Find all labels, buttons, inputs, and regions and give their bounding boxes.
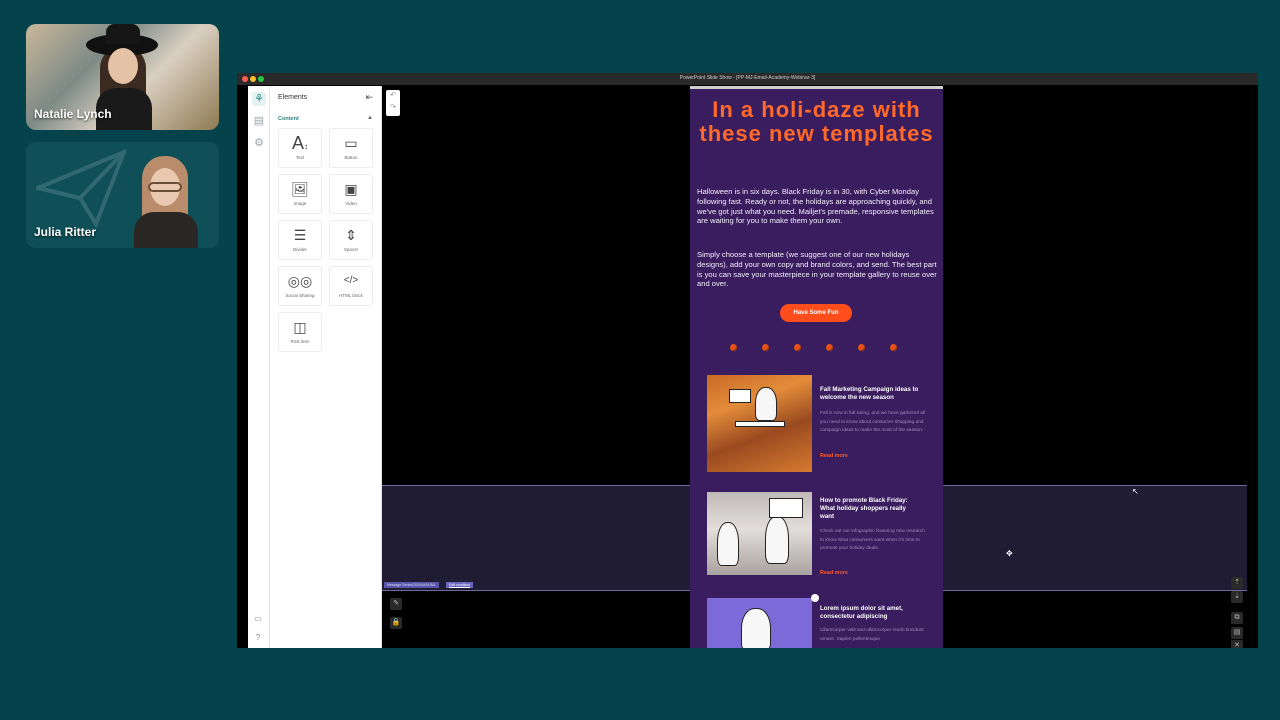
- collapse-panel-icon[interactable]: ⇤: [365, 92, 373, 103]
- resize-handle[interactable]: [811, 594, 819, 602]
- mouse-cursor-icon: ↖: [1132, 487, 1139, 496]
- email-top-border: [690, 86, 943, 89]
- email-preview[interactable]: In a holi-daze with these new templates …: [690, 86, 943, 648]
- element-video[interactable]: ▣ Video: [329, 174, 373, 214]
- cta-button[interactable]: Have Some Fun: [780, 304, 852, 322]
- element-label: Button: [344, 155, 358, 160]
- divider-icon: ☰: [293, 227, 307, 243]
- email-paragraph[interactable]: Halloween is in six days. Black Friday i…: [697, 187, 937, 226]
- element-divider[interactable]: ☰ Divider: [278, 220, 322, 260]
- participant-name: Julia Ritter: [34, 225, 97, 239]
- gear-icon[interactable]: ⚙: [252, 136, 266, 150]
- article-body[interactable]: Check out our infographic featuring new …: [820, 528, 926, 554]
- participant-hat-crown: [106, 24, 140, 44]
- article-body[interactable]: Ullamcorper velit sed ullamcorper morbi …: [820, 627, 926, 644]
- pumpkin-icon: [858, 344, 865, 351]
- social-icon: ◎◎: [287, 273, 313, 289]
- move-up-icon[interactable]: ⇡: [1231, 577, 1243, 589]
- element-html-block[interactable]: </> HTML block: [329, 266, 373, 306]
- undo-icon[interactable]: ↶ ↷: [386, 90, 400, 116]
- article-image-holiday[interactable]: [707, 598, 812, 648]
- article-title[interactable]: How to promote Black Friday: What holida…: [820, 497, 920, 520]
- person-illustration: [765, 516, 789, 564]
- pumpkin-icon: [794, 344, 801, 351]
- save-block-icon[interactable]: ▤: [1231, 627, 1243, 639]
- participant-glasses: [148, 182, 182, 192]
- edit-condition-link[interactable]: Edit condition: [446, 582, 474, 588]
- shared-screen: PowerPoint Slide Show - [PP-MJ-Email-Aca…: [237, 73, 1258, 648]
- pumpkin-icon: [730, 344, 737, 351]
- participant-face: [108, 48, 138, 84]
- article-image-autumn[interactable]: [707, 375, 812, 472]
- participant-tile-natalie[interactable]: Natalie Lynch: [26, 24, 219, 130]
- section-content-header[interactable]: Content: [278, 116, 299, 122]
- participant-tile-julia[interactable]: Julia Ritter: [26, 142, 219, 248]
- spacer-icon: ⇕: [345, 227, 357, 243]
- desk-illustration: [735, 421, 785, 427]
- element-label: Social Sharing: [285, 293, 315, 298]
- element-social-sharing[interactable]: ◎◎ Social Sharing: [278, 266, 322, 306]
- pumpkin-icon: [890, 344, 897, 351]
- window-titlebar: PowerPoint Slide Show - [PP-MJ-Email-Aca…: [237, 73, 1258, 85]
- element-label: RSS item: [290, 339, 310, 344]
- move-down-icon[interactable]: ⇣: [1231, 591, 1243, 603]
- text-icon: A↕: [291, 133, 308, 153]
- pumpkin-divider: [730, 344, 900, 352]
- image-icon: 🖼: [291, 181, 309, 197]
- builder-left-rail: ⚘ ▤ ⚙ ▭ ?: [248, 86, 270, 648]
- participant-name: Natalie Lynch: [34, 107, 112, 121]
- participant-body: [134, 212, 198, 248]
- person-illustration: [717, 522, 739, 566]
- button-icon: ▭: [344, 135, 358, 151]
- code-icon: </>: [343, 275, 359, 286]
- pumpkin-icon: [826, 344, 833, 351]
- read-more-link[interactable]: Read more: [820, 570, 848, 576]
- article-image-black-friday[interactable]: [707, 492, 812, 575]
- element-label: Text: [295, 155, 305, 160]
- person-illustration: [741, 608, 771, 648]
- element-label: Spacer: [343, 247, 359, 252]
- screen-illustration: [769, 498, 803, 518]
- lock-icon[interactable]: 🔒: [390, 617, 402, 629]
- email-headline[interactable]: In a holi-daze with these new templates: [690, 98, 943, 146]
- element-image[interactable]: 🖼 Image: [278, 174, 322, 214]
- video-icon: ▣: [344, 181, 358, 197]
- window-title: PowerPoint Slide Show - [PP-MJ-Email-Aca…: [679, 75, 816, 81]
- laptop-illustration: [729, 389, 751, 403]
- email-paragraph[interactable]: Simply choose a template (we suggest one…: [697, 250, 937, 289]
- delete-icon[interactable]: ✕: [1231, 640, 1243, 648]
- element-text[interactable]: A↕ Text: [278, 128, 322, 168]
- duplicate-icon[interactable]: ⧉: [1231, 612, 1243, 624]
- chat-icon[interactable]: ▭: [252, 614, 264, 626]
- element-label: HTML block: [339, 293, 363, 298]
- section-tag: Message Series/2024/UI/MJML: [384, 582, 439, 588]
- elements-panel: Elements ⇤ Content ▲ A↕ Text ▭ Button 🖼 …: [270, 86, 382, 648]
- read-more-link[interactable]: Read more: [820, 453, 848, 459]
- help-icon[interactable]: ?: [252, 633, 264, 645]
- panel-title: Elements: [278, 94, 308, 101]
- section-toolbar: ⇡ ⇣ ⧉ ▤ ✕: [1231, 577, 1245, 648]
- element-label: Divider: [292, 247, 307, 252]
- chevron-up-icon[interactable]: ▲: [367, 115, 373, 121]
- rss-icon: ◫: [293, 319, 307, 335]
- article-title[interactable]: Fall Marketing Campaign ideas to welcome…: [820, 386, 920, 402]
- paper-plane-icon: [36, 148, 126, 228]
- layout-icon[interactable]: ▤: [252, 114, 266, 128]
- person-illustration: [755, 387, 777, 421]
- element-label: Video: [345, 201, 357, 206]
- element-rss-item[interactable]: ◫ RSS item: [278, 312, 322, 352]
- pumpkin-icon: [762, 344, 769, 351]
- pencil-icon[interactable]: ✎: [390, 598, 402, 610]
- move-cursor-icon: ✥: [1006, 549, 1013, 558]
- element-label: Image: [293, 201, 307, 206]
- element-spacer[interactable]: ⇕ Spacer: [329, 220, 373, 260]
- article-title[interactable]: Lorem ipsum dolor sit amet, consectetur …: [820, 605, 920, 621]
- element-button[interactable]: ▭ Button: [329, 128, 373, 168]
- elements-icon[interactable]: ⚘: [252, 92, 266, 106]
- article-body[interactable]: Fall is now in full swing, and we have g…: [820, 410, 926, 436]
